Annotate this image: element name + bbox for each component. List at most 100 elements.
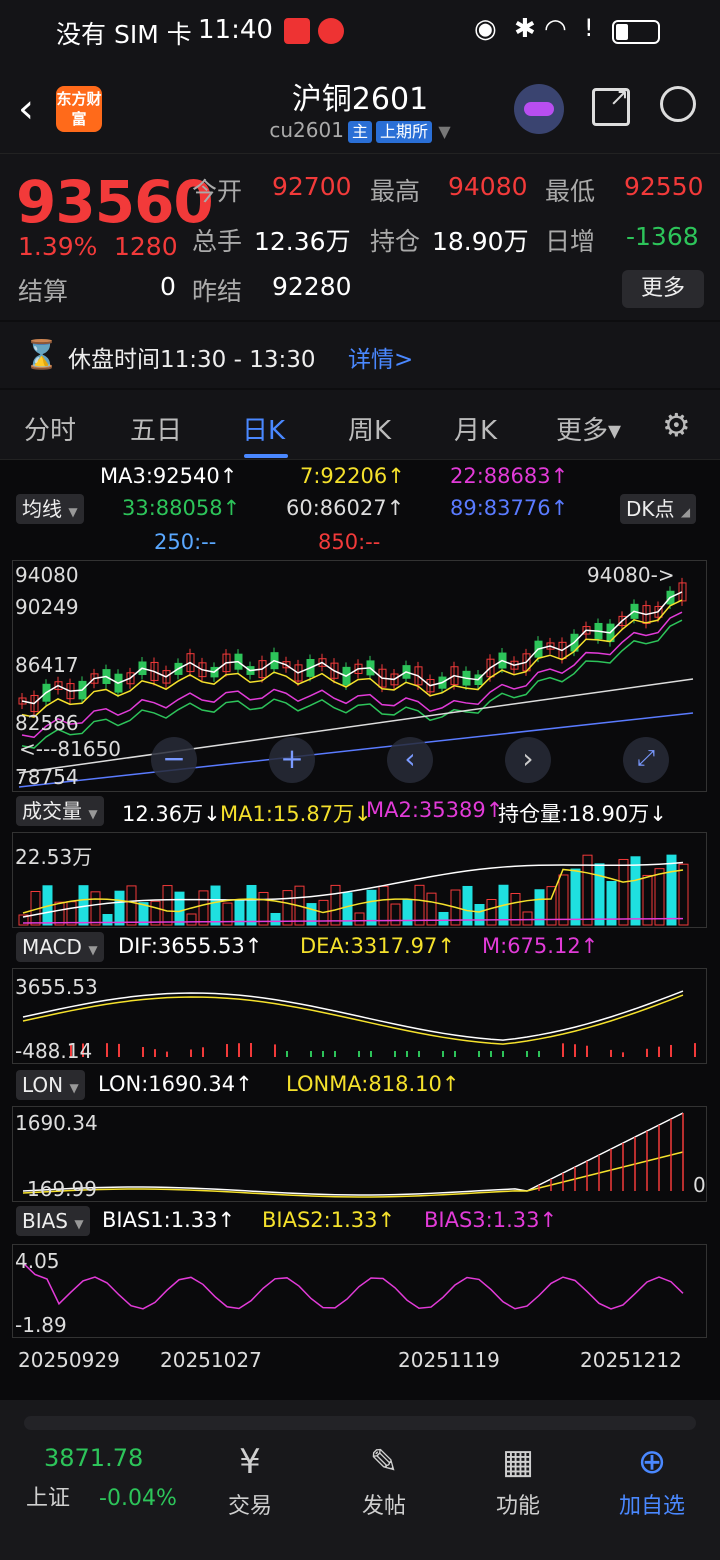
ma850-label: 850:-- xyxy=(318,530,381,554)
date-label-4: 20251212 xyxy=(580,1348,682,1372)
ma-selector-label: 均线 xyxy=(22,497,62,521)
volume-ma1: MA1:15.87万↓ xyxy=(220,802,372,826)
details-link[interactable]: 详情> xyxy=(348,340,413,374)
oi-label: 持仓 xyxy=(370,227,421,256)
edit-icon: ✎ xyxy=(369,1442,399,1482)
tab-monthly-k[interactable]: 月K xyxy=(454,410,497,447)
volume-bar xyxy=(126,885,137,926)
lon-selector[interactable]: LON ▼ xyxy=(16,1070,85,1100)
bluetooth-icon: ✱ xyxy=(514,14,536,44)
chevron-down-icon: ▼ xyxy=(68,505,78,519)
volume-bar xyxy=(390,903,401,926)
zoom-in-button[interactable]: + xyxy=(269,737,315,783)
volume-selector[interactable]: 成交量 ▼ xyxy=(16,796,104,826)
wifi-icon: ◠ xyxy=(544,14,567,44)
zoom-out-button[interactable]: − xyxy=(151,737,197,783)
macd-m: M:675.12↑ xyxy=(482,934,599,958)
bias2-value: BIAS2:1.33↑ xyxy=(262,1208,396,1232)
bias-panel[interactable]: 4.05 -1.89 xyxy=(12,1244,707,1338)
kline-panel[interactable]: 94080 90249 86417 82586 78754 94080-> <-… xyxy=(12,560,707,792)
more-button[interactable]: 更多 xyxy=(622,270,704,308)
kline-axis-2: 90249 xyxy=(15,595,79,619)
lon-panel[interactable]: 1690.34 169.99 0 xyxy=(12,1106,707,1202)
video-app-icon xyxy=(318,18,344,44)
bottom-nav: 3871.78 上证 -0.04% ¥ 交易 ✎ 发帖 ▦ 功能 ⊕ 加自选 xyxy=(0,1400,720,1560)
nav-post[interactable]: ✎ 发帖 xyxy=(334,1440,434,1520)
scroll-right-button[interactable]: › xyxy=(505,737,551,783)
chevron-down-icon: ▼ xyxy=(74,1217,84,1231)
volume-label: 总手 xyxy=(192,227,243,256)
search-icon[interactable] xyxy=(660,86,696,122)
nav-trade[interactable]: ¥ 交易 xyxy=(200,1440,300,1520)
volume-bar xyxy=(330,884,341,926)
volume-panel[interactable]: 22.53万 xyxy=(12,832,707,928)
volume-bar xyxy=(438,911,449,926)
bias-line xyxy=(22,1262,684,1310)
volume-value: 12.36万↓ xyxy=(122,802,221,826)
tab-weekly-k[interactable]: 周K xyxy=(348,410,391,447)
daily-inc-label: 日增 xyxy=(545,227,596,256)
volume-bar xyxy=(594,863,605,926)
volume-oi: 持仓量:18.90万↓ xyxy=(498,802,667,826)
volume-bar xyxy=(462,885,473,926)
contract-code: cu2601 xyxy=(269,118,344,142)
scroll-left-button[interactable]: ‹ xyxy=(387,737,433,783)
nav-post-label: 发帖 xyxy=(361,1494,406,1519)
index-widget[interactable]: 3871.78 上证 -0.04% xyxy=(20,1444,190,1512)
lon-selector-label: LON xyxy=(22,1073,64,1097)
lon-axis-top: 1690.34 xyxy=(15,1111,98,1135)
dk-point-label: DK点 xyxy=(626,497,675,521)
prev-settle-value: 92280 xyxy=(272,272,352,301)
fullscreen-button[interactable]: ⤢ xyxy=(623,737,669,783)
nav-trade-label: 交易 xyxy=(227,1494,272,1519)
trading-break-notice: ⌛ 休盘时间11:30 - 13:30 详情> xyxy=(0,322,720,388)
macd-panel[interactable]: 3655.53 -488.14 xyxy=(12,968,707,1064)
eye-icon: ◉ xyxy=(474,14,497,44)
volume-selector-label: 成交量 xyxy=(22,799,82,823)
change-pct: 1.39% xyxy=(18,232,98,261)
dk-point-button[interactable]: DK点 ◢ xyxy=(620,494,697,524)
nav-add-watch[interactable]: ⊕ 加自选 xyxy=(602,1440,702,1520)
oi-value: 18.90万 xyxy=(432,227,529,256)
tab-five-day[interactable]: 五日 xyxy=(130,410,182,447)
bias-selector[interactable]: BIAS ▼ xyxy=(16,1206,90,1236)
volume-bar xyxy=(558,874,569,926)
main-tag: 主 xyxy=(347,121,372,143)
break-time-text: 休盘时间11:30 - 13:30 xyxy=(68,347,316,373)
volume-bar xyxy=(174,891,185,926)
tab-more[interactable]: 更多▾ xyxy=(556,410,621,447)
tab-daily-k[interactable]: 日K xyxy=(242,410,285,447)
exchange-tag: 上期所 xyxy=(375,121,432,143)
date-label-2: 20251027 xyxy=(160,1348,262,1372)
ma-selector[interactable]: 均线 ▼ xyxy=(16,494,84,524)
share-icon[interactable]: ↗ xyxy=(592,83,630,126)
ma89-label: 89:83776↑ xyxy=(450,496,569,520)
ma7-label: 7:92206↑ xyxy=(300,464,405,488)
kline-axis-1: 94080 xyxy=(15,563,79,587)
volume-bar xyxy=(102,913,113,926)
volume-bar xyxy=(66,901,77,926)
drawer-handle[interactable] xyxy=(24,1416,696,1430)
hourglass-icon: ⌛ xyxy=(24,338,59,371)
volume-bar xyxy=(474,904,485,926)
lon-line xyxy=(22,1112,684,1196)
gear-icon[interactable]: ⚙ xyxy=(662,406,691,444)
tab-intraday[interactable]: 分时 xyxy=(24,410,76,447)
index-change: -0.04% xyxy=(99,1486,177,1511)
volume-bar xyxy=(678,863,689,926)
nav-features[interactable]: ▦ 功能 xyxy=(468,1440,568,1520)
low-value: 92550 xyxy=(624,172,704,201)
lon-axis-bottom: 169.99 xyxy=(27,1177,97,1201)
status-bar: 没有 SIM 卡 11:40 ◉ ✱ ◠ ! xyxy=(0,0,720,64)
robot-assistant-icon[interactable] xyxy=(514,84,564,134)
quote-panel: 93560 1.39% 1280 今开 92700 最高 94080 最低 92… xyxy=(0,154,720,320)
trade-icon: ¥ xyxy=(239,1442,261,1482)
date-axis: 20250929 20251027 20251119 20251212 xyxy=(12,1338,707,1398)
bias-axis-top: 4.05 xyxy=(15,1249,60,1273)
macd-selector[interactable]: MACD ▼ xyxy=(16,932,104,962)
grid-icon: ▦ xyxy=(501,1442,535,1482)
macd-dea-line xyxy=(22,994,684,1045)
chevron-down-icon: ▼ xyxy=(88,807,98,821)
index-name: 上证 xyxy=(26,1486,71,1511)
macd-dif-line xyxy=(22,990,684,1041)
